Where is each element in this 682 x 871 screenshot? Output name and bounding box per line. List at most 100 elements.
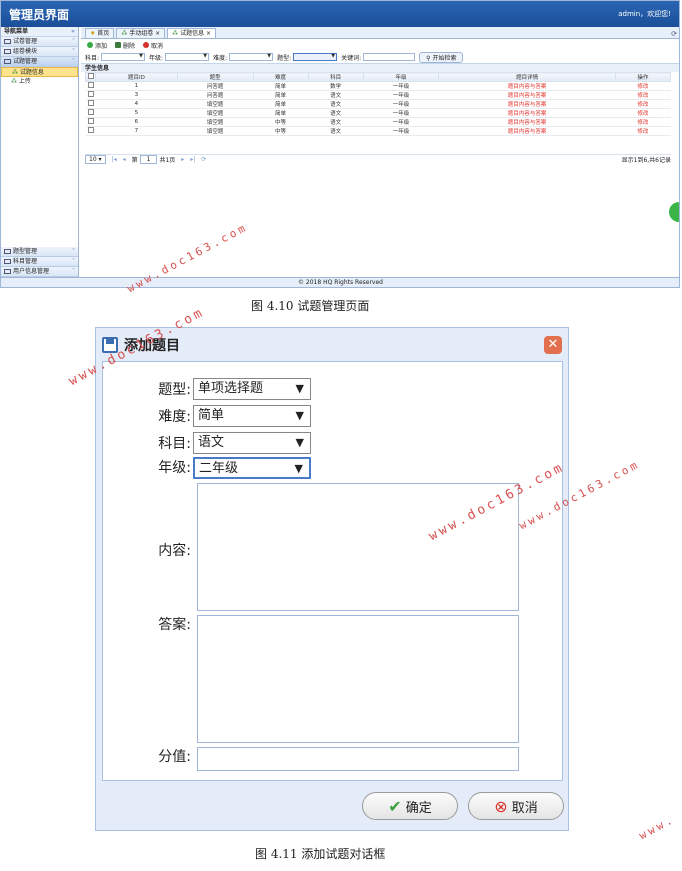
sidebar-item-subject[interactable]: 科目管理 ˅ bbox=[1, 257, 78, 267]
grade-select[interactable] bbox=[165, 53, 210, 61]
edit-link[interactable]: 修改 bbox=[615, 99, 671, 109]
cell-grade: 一年级 bbox=[363, 99, 439, 109]
table-row[interactable]: 4 填空题 简单 语文 一年级 题目内容与答案 修改 bbox=[85, 99, 671, 109]
sidebar-item-compose[interactable]: 组卷模块 ˅ bbox=[1, 47, 78, 57]
chevron-up-icon: ˄ bbox=[72, 57, 75, 65]
difficulty-row: 难度: 简单 ▼ bbox=[103, 405, 311, 427]
table-row[interactable]: 3 问答题 简单 语文 一年级 题目内容与答案 修改 bbox=[85, 90, 671, 100]
sidebar-item-exam[interactable]: 试卷管理 ˅ bbox=[1, 37, 78, 47]
column-header[interactable]: 操作 bbox=[614, 72, 672, 82]
keyword-input[interactable] bbox=[363, 53, 416, 61]
difficulty-select[interactable]: 简单 ▼ bbox=[193, 405, 311, 427]
column-header[interactable]: 题型 bbox=[176, 72, 254, 82]
page-label: 第 bbox=[131, 157, 138, 164]
cell-subject: 语文 bbox=[308, 99, 364, 109]
column-header[interactable]: 题目详情 bbox=[438, 72, 616, 82]
cell-type: 问答题 bbox=[177, 81, 254, 91]
column-header[interactable]: 题目ID bbox=[95, 72, 178, 82]
cell-difficulty: 简单 bbox=[253, 90, 309, 100]
sidebar-item-qtype[interactable]: 题型管理 ˅ bbox=[1, 247, 78, 257]
folder-icon bbox=[4, 38, 11, 44]
row-checkbox[interactable] bbox=[87, 109, 94, 115]
score-row: 分值: bbox=[103, 746, 193, 766]
type-select[interactable] bbox=[293, 53, 338, 61]
table-row[interactable]: 6 填空题 中等 语文 一年级 题目内容与答案 修改 bbox=[85, 117, 671, 127]
grade-row: 年级: 二年级 ▼ bbox=[103, 457, 311, 479]
edit-link[interactable]: 修改 bbox=[615, 81, 671, 91]
sidebar-item-users[interactable]: 用户信息管理 ˅ bbox=[1, 267, 78, 277]
column-header[interactable]: 科目 bbox=[307, 72, 364, 82]
tab-manual-compose[interactable]: ⁂ 手动组卷 × bbox=[116, 28, 166, 38]
select-all-cell[interactable] bbox=[85, 72, 96, 82]
page-input[interactable]: 1 bbox=[139, 155, 158, 164]
detail-link[interactable]: 题目内容与答案 bbox=[438, 117, 616, 127]
sidebar-header: 导航菜单 « bbox=[1, 27, 78, 37]
cell-subject: 语文 bbox=[308, 90, 364, 100]
sidebar-item-questions[interactable]: 试题管理 ˄ bbox=[1, 57, 78, 67]
sidebar-subitem-upload[interactable]: ⁂ 上传 bbox=[1, 77, 78, 87]
page-size-select[interactable]: 10 ▾ bbox=[85, 155, 106, 164]
select-all-checkbox[interactable] bbox=[87, 73, 94, 79]
table-row[interactable]: 1 问答题 简单 数学 一年级 题目内容与答案 修改 bbox=[85, 81, 671, 91]
reload-icon[interactable]: ⟳ bbox=[201, 156, 206, 163]
detail-link[interactable]: 题目内容与答案 bbox=[438, 99, 616, 109]
search-label: 开始检索 bbox=[432, 54, 457, 62]
sidebar-subitem-label: 上传 bbox=[18, 78, 31, 85]
row-checkbox[interactable] bbox=[87, 100, 94, 106]
column-header[interactable]: 难度 bbox=[252, 72, 309, 82]
cell-difficulty: 简单 bbox=[253, 99, 309, 109]
chevron-down-icon: ˅ bbox=[72, 37, 75, 45]
difficulty-value: 简单 bbox=[198, 408, 225, 423]
collapse-icon[interactable]: « bbox=[71, 27, 78, 36]
close-button[interactable]: ✕ bbox=[544, 336, 562, 354]
table-row[interactable]: 7 填空题 中等 语文 一年级 题目内容与答案 修改 bbox=[85, 126, 671, 136]
subject-select[interactable] bbox=[101, 53, 146, 61]
cell-subject: 数学 bbox=[308, 81, 364, 91]
dropdown-arrow-icon: ▼ bbox=[295, 436, 304, 449]
edit-link[interactable]: 修改 bbox=[615, 117, 671, 127]
cell-difficulty: 中等 bbox=[253, 126, 309, 136]
detail-link[interactable]: 题目内容与答案 bbox=[438, 126, 616, 136]
table-row[interactable]: 5 填空题 简单 语文 一年级 题目内容与答案 修改 bbox=[85, 108, 671, 118]
answer-label: 答案: bbox=[158, 617, 191, 633]
detail-link[interactable]: 题目内容与答案 bbox=[438, 108, 616, 118]
content-textarea[interactable] bbox=[197, 483, 519, 611]
detail-link[interactable]: 题目内容与答案 bbox=[438, 81, 616, 91]
folder-icon bbox=[4, 258, 11, 264]
last-page-icon[interactable]: ▸| bbox=[190, 156, 195, 163]
search-button[interactable]: ⚲ 开始检索 bbox=[419, 51, 464, 63]
row-checkbox[interactable] bbox=[87, 127, 94, 133]
cancel-button[interactable]: 取消 bbox=[143, 41, 163, 50]
row-checkbox[interactable] bbox=[87, 91, 94, 97]
delete-button[interactable]: 删除 bbox=[115, 41, 135, 50]
prev-page-icon[interactable]: ◂ bbox=[123, 156, 126, 163]
confirm-button[interactable]: ✔ 确定 bbox=[362, 792, 458, 820]
dialog-cancel-button[interactable]: ⊗ 取消 bbox=[468, 792, 564, 820]
subject-select[interactable]: 语文 ▼ bbox=[193, 432, 311, 454]
score-input[interactable] bbox=[197, 747, 519, 771]
edit-link[interactable]: 修改 bbox=[615, 126, 671, 136]
sidebar: 导航菜单 « 试卷管理 ˅ 组卷模块 ˅ 试题管理 ˄ ⁂ 试题信息 ⁂ 上传 题型管… bbox=[1, 27, 79, 277]
grade-select[interactable]: 二年级 ▼ bbox=[193, 457, 311, 479]
answer-textarea[interactable] bbox=[197, 615, 519, 743]
edit-link[interactable]: 修改 bbox=[615, 108, 671, 118]
grade-value: 二年级 bbox=[199, 461, 239, 476]
cell-difficulty: 简单 bbox=[253, 108, 309, 118]
first-page-icon[interactable]: |◂ bbox=[112, 156, 117, 163]
refresh-icon[interactable]: ⟳ bbox=[671, 30, 679, 38]
row-checkbox[interactable] bbox=[87, 118, 94, 124]
edit-link[interactable]: 修改 bbox=[615, 90, 671, 100]
cell-subject: 语文 bbox=[308, 108, 364, 118]
type-select[interactable]: 单项选择题 ▼ bbox=[193, 378, 311, 400]
add-label: 添加 bbox=[95, 42, 108, 50]
detail-link[interactable]: 题目内容与答案 bbox=[438, 90, 616, 100]
sidebar-subitem-question-info[interactable]: ⁂ 试题信息 bbox=[1, 67, 78, 77]
difficulty-select[interactable] bbox=[229, 53, 274, 61]
next-page-icon[interactable]: ▸ bbox=[181, 156, 184, 163]
tab-question-info[interactable]: ⁂ 试题信息 × bbox=[167, 28, 217, 38]
add-button[interactable]: 添加 bbox=[87, 41, 107, 50]
column-header[interactable]: 年级 bbox=[362, 72, 440, 82]
row-checkbox[interactable] bbox=[87, 82, 94, 88]
tab-home[interactable]: ♦ 首页 bbox=[85, 28, 115, 38]
watermark: www. bbox=[636, 812, 678, 843]
